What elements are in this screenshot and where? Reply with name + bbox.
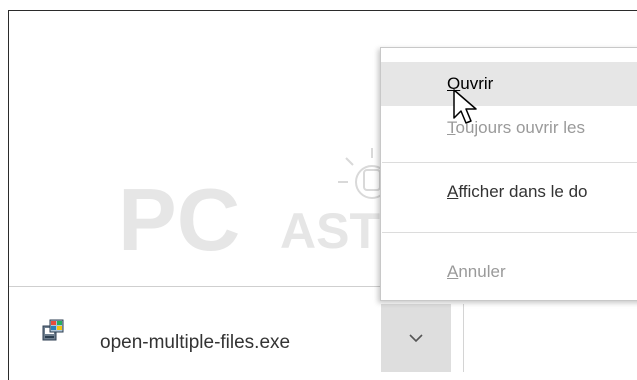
chevron-down-icon — [409, 334, 423, 343]
download-options-button[interactable] — [381, 304, 451, 372]
mnemonic: T — [447, 118, 456, 137]
installer-icon[interactable] — [41, 318, 65, 342]
divider — [463, 304, 464, 372]
menu-separator — [382, 162, 637, 163]
menu-item-label: uvrir — [460, 74, 494, 93]
menu-item-open[interactable]: Ouvrir — [381, 62, 637, 106]
menu-item-label: oujours ouvrir les — [455, 118, 585, 137]
mnemonic: A — [447, 182, 459, 201]
mnemonic: O — [447, 74, 461, 93]
menu-item-always-open: Toujours ouvrir les — [381, 106, 637, 150]
mnemonic: A — [447, 262, 459, 281]
menu-separator — [382, 232, 637, 233]
context-menu: Ouvrir Toujours ouvrir les Afficher dans… — [380, 47, 637, 301]
menu-item-show-in-folder[interactable]: Afficher dans le do — [381, 170, 637, 214]
download-file-name[interactable]: open-multiple-files.exe — [100, 332, 290, 354]
menu-item-label: nnuler — [458, 262, 506, 281]
menu-item-label: fficher dans le do — [458, 182, 588, 201]
menu-item-cancel: Annuler — [381, 250, 637, 294]
